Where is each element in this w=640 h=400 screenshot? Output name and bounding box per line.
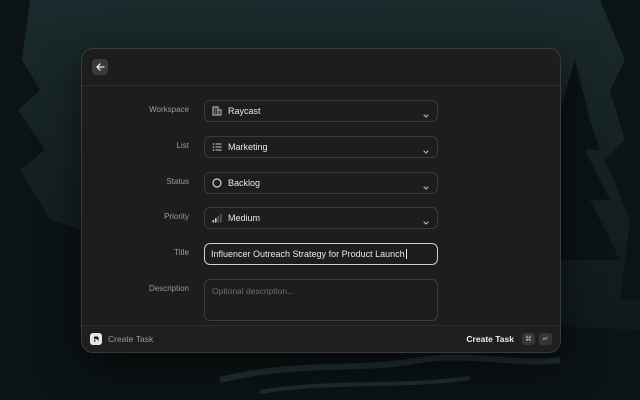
list-dropdown[interactable]: Marketing [204, 136, 438, 158]
priority-label: Priority [164, 212, 189, 221]
workspace-row: Workspace Raycast [82, 100, 560, 122]
title-label: Title [174, 248, 189, 257]
list-icon [212, 142, 222, 152]
footer-title: Create Task [108, 334, 154, 344]
workspace-dropdown[interactable]: Raycast [204, 100, 438, 122]
text-caret [405, 249, 407, 259]
list-label: List [176, 141, 189, 150]
create-task-window: Workspace Raycast List Marketing Status … [81, 48, 561, 353]
app-logo-icon [90, 333, 102, 345]
workspace-label: Workspace [149, 105, 189, 114]
chevron-down-icon [422, 107, 430, 118]
priority-value: Medium [228, 213, 261, 223]
chevron-down-icon [422, 179, 430, 190]
title-input[interactable]: Influencer Outreach Strategy for Product… [204, 243, 438, 265]
list-value: Marketing [228, 142, 268, 152]
back-button[interactable] [92, 59, 108, 75]
building-icon [212, 106, 222, 116]
signal-bars-icon [212, 213, 222, 223]
description-label: Description [148, 284, 189, 293]
action-bar: Create Task Create Task ⌘ ↵ [82, 325, 560, 352]
arrow-left-icon [95, 63, 105, 71]
create-task-button[interactable]: Create Task [466, 334, 514, 344]
title-value: Influencer Outreach Strategy for Product… [211, 249, 405, 259]
status-dropdown[interactable]: Backlog [204, 172, 438, 194]
workspace-value: Raycast [228, 106, 261, 116]
command-key-icon: ⌘ [522, 333, 535, 345]
title-row: Title Influencer Outreach Strategy for P… [82, 243, 560, 265]
status-label: Status [166, 177, 189, 186]
chevron-down-icon [422, 214, 430, 225]
description-row: Description Optional description... [82, 279, 560, 321]
task-form: Workspace Raycast List Marketing Status … [82, 85, 560, 325]
status-value: Backlog [228, 178, 261, 188]
description-placeholder: Optional description... [212, 286, 295, 296]
description-textarea[interactable]: Optional description... [204, 279, 438, 321]
status-row: Status Backlog [82, 172, 560, 194]
top-bar [82, 49, 560, 86]
chevron-down-icon [422, 143, 430, 154]
priority-row: Priority Medium [82, 207, 560, 229]
list-row: List Marketing [82, 136, 560, 158]
priority-dropdown[interactable]: Medium [204, 207, 438, 229]
circle-icon [212, 178, 222, 188]
enter-key-icon: ↵ [539, 333, 552, 345]
